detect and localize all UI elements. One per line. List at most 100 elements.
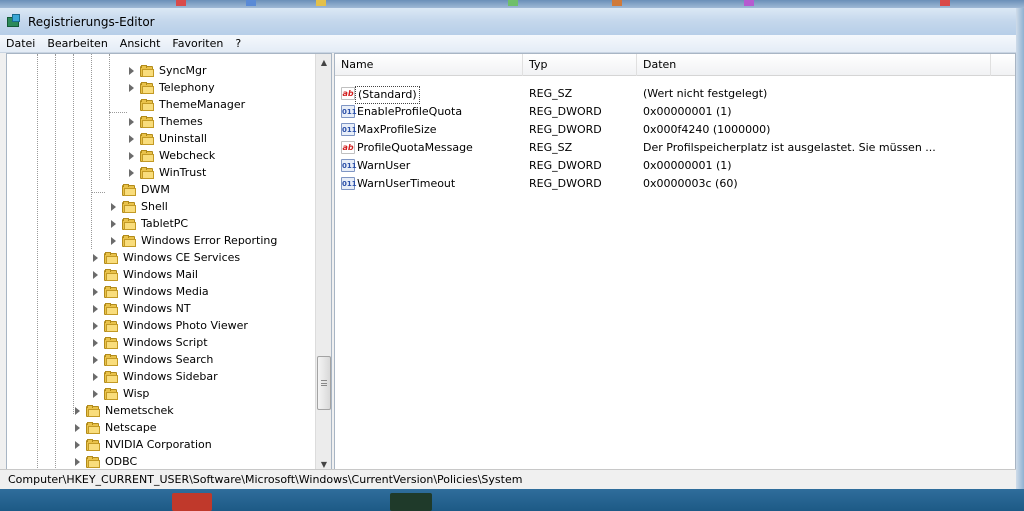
value-row[interactable]: 011 WarnUser REG_DWORD 0x00000001 (1)	[335, 157, 1015, 175]
menu-favoriten[interactable]: Favoriten	[166, 37, 229, 50]
tree-item-label: Shell	[141, 200, 168, 213]
tree-item[interactable]: Windows Photo Viewer	[91, 317, 248, 334]
tree-item[interactable]: NVIDIA Corporation	[73, 436, 212, 453]
expand-arrow-icon[interactable]	[91, 372, 101, 382]
binary-value-icon: 011	[341, 123, 357, 136]
tree-scrollbar[interactable]: ▲ ▼	[315, 54, 331, 472]
tree-item[interactable]: Themes	[127, 113, 203, 130]
expand-arrow-icon[interactable]	[91, 304, 101, 314]
folder-icon	[122, 200, 136, 213]
tree-item-label: NVIDIA Corporation	[105, 438, 212, 451]
expand-arrow-icon[interactable]	[73, 440, 83, 450]
tree-item[interactable]: Nemetschek	[73, 402, 174, 419]
scroll-up-button[interactable]: ▲	[316, 54, 331, 70]
value-name: WarnUserTimeout	[357, 177, 456, 190]
value-row[interactable]: 011 WarnUserTimeout REG_DWORD 0x0000003c (6…	[335, 175, 1015, 193]
value-name: MaxProfileSize	[357, 123, 437, 136]
tree-item[interactable]: TabletPC	[109, 215, 188, 232]
registry-tree[interactable]: SyncMgr Telephony ThemeManager Themes Uninst…	[6, 53, 332, 473]
tree-item[interactable]: Windows Search	[91, 351, 213, 368]
menu-bearbeiten[interactable]: Bearbeiten	[41, 37, 113, 50]
tree-item-label: Uninstall	[159, 132, 207, 145]
tree-item[interactable]: ODBC	[73, 453, 137, 470]
tree-item-label: Wisp	[123, 387, 150, 400]
tree-item[interactable]: ThemeManager	[127, 96, 245, 113]
taskbar-item[interactable]	[390, 493, 432, 511]
expand-arrow-icon[interactable]	[127, 134, 137, 144]
expand-arrow-icon[interactable]	[91, 389, 101, 399]
expand-arrow-icon[interactable]	[127, 117, 137, 127]
tree-item[interactable]: Windows Error Reporting	[109, 232, 277, 249]
column-header-type[interactable]: Typ	[523, 54, 637, 76]
expand-arrow-icon[interactable]	[109, 202, 119, 212]
tree-item[interactable]: Windows Mail	[91, 266, 198, 283]
tree-item[interactable]: Windows Sidebar	[91, 368, 218, 385]
expand-arrow-icon[interactable]	[109, 219, 119, 229]
tree-guide-line	[91, 192, 105, 193]
menu-bar: Datei Bearbeiten Ansicht Favoriten ?	[0, 35, 1016, 53]
expand-arrow-icon[interactable]	[73, 423, 83, 433]
expand-arrow-icon[interactable]	[91, 270, 101, 280]
tree-item[interactable]: DWM	[109, 181, 170, 198]
taskbar[interactable]	[0, 489, 1024, 511]
expand-arrow-icon[interactable]	[73, 457, 83, 467]
title-bar[interactable]: Registrierungs-Editor	[0, 8, 1016, 35]
menu-ansicht[interactable]: Ansicht	[114, 37, 167, 50]
desktop-icon-fragment	[246, 0, 256, 6]
folder-icon	[104, 302, 118, 315]
tree-item[interactable]: Uninstall	[127, 130, 207, 147]
tree-item-label: TabletPC	[141, 217, 189, 230]
desktop-icon-fragment	[316, 0, 326, 6]
folder-icon	[104, 370, 118, 383]
tree-item[interactable]: Netscape	[73, 419, 157, 436]
value-row[interactable]: ab (Standard) REG_SZ (Wert nicht festgelegt…	[335, 85, 1015, 104]
menu-datei[interactable]: Datei	[0, 37, 41, 50]
value-row[interactable]: 011 MaxProfileSize REG_DWORD 0x000f4240 (10…	[335, 121, 1015, 139]
tree-item[interactable]: Webcheck	[127, 147, 215, 164]
expand-arrow-icon[interactable]	[127, 151, 137, 161]
tree-item[interactable]: Shell	[109, 198, 168, 215]
menu-help[interactable]: ?	[229, 37, 247, 50]
expand-arrow-icon[interactable]	[127, 168, 137, 178]
window-title: Registrierungs-Editor	[28, 14, 155, 29]
tree-item[interactable]: Windows Script	[91, 334, 208, 351]
folder-icon	[140, 166, 154, 179]
expand-arrow-icon[interactable]	[127, 66, 137, 76]
values-list[interactable]: Name Typ Daten ab (Standard) REG_SZ (Wert n…	[334, 53, 1016, 473]
expand-arrow-icon[interactable]	[127, 83, 137, 93]
expand-arrow-icon[interactable]	[91, 355, 101, 365]
tree-item[interactable]: Windows Media	[91, 283, 209, 300]
expand-arrow-icon[interactable]	[109, 236, 119, 246]
binary-value-icon: 011	[341, 105, 357, 118]
folder-icon	[86, 421, 100, 434]
column-header-name[interactable]: Name	[335, 54, 523, 76]
value-row[interactable]: ab ProfileQuotaMessage REG_SZ Der Profilspe…	[335, 139, 1015, 157]
desktop-icon-fragment	[508, 0, 518, 6]
expand-arrow-icon[interactable]	[73, 406, 83, 416]
tree-item[interactable]: SyncMgr	[127, 62, 207, 79]
folder-icon	[140, 149, 154, 162]
grip-icon	[321, 380, 327, 386]
tree-item[interactable]: WinTrust	[127, 164, 206, 181]
tree-item-label: Windows Sidebar	[123, 370, 218, 383]
scroll-thumb[interactable]	[317, 356, 331, 410]
value-row[interactable]: 011 EnableProfileQuota REG_DWORD 0x00000001…	[335, 103, 1015, 121]
tree-item[interactable]: Windows CE Services	[91, 249, 240, 266]
folder-icon	[104, 387, 118, 400]
column-header-data[interactable]: Daten	[637, 54, 991, 76]
registry-editor-window: Registrierungs-Editor Datei Bearbeiten A…	[0, 8, 1016, 489]
value-data: 0x000f4240 (1000000)	[643, 123, 771, 136]
binary-value-icon: 011	[341, 159, 357, 172]
tree-item[interactable]: Wisp	[91, 385, 149, 402]
tree-item[interactable]: Windows NT	[91, 300, 191, 317]
expand-arrow-icon[interactable]	[91, 338, 101, 348]
tree-item[interactable]: Telephony	[127, 79, 215, 96]
tree-item-label: Windows Media	[123, 285, 209, 298]
expand-arrow-icon[interactable]	[91, 253, 101, 263]
tree-item-label: Windows Error Reporting	[141, 234, 278, 247]
expand-arrow-icon[interactable]	[91, 321, 101, 331]
value-data: 0x00000001 (1)	[643, 105, 732, 118]
tree-guide-line	[73, 54, 74, 414]
expand-arrow-icon[interactable]	[91, 287, 101, 297]
taskbar-item[interactable]	[172, 493, 212, 511]
